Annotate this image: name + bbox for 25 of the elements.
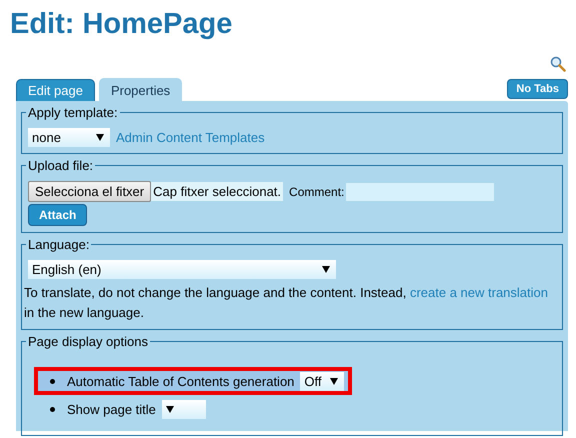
- fieldset-legend: Apply template:: [26, 105, 120, 120]
- translation-note: To translate, do not change the language and the content. Instead, create a new translation in the new language.: [24, 284, 549, 322]
- comment-label: Comment:: [289, 184, 344, 198]
- choose-file-button[interactable]: Selecciona el fitxer: [28, 181, 152, 202]
- file-status: Cap fitxer seleccionat.: [151, 182, 284, 201]
- caret-icon: [330, 378, 338, 384]
- fieldset-legend: Language:: [26, 237, 92, 252]
- bullet-icon: [50, 378, 55, 384]
- bullet-icon: [50, 406, 55, 412]
- template-select[interactable]: none: [28, 128, 110, 147]
- language-select[interactable]: English (en): [28, 260, 336, 279]
- caret-icon: [322, 266, 330, 273]
- fieldset-legend: Upload file:: [26, 158, 96, 173]
- option-label: Show page title: [67, 402, 156, 416]
- page-title: Edit: HomePage: [10, 7, 234, 42]
- fieldset-legend: Page display options: [26, 334, 150, 349]
- comment-field[interactable]: [346, 182, 494, 200]
- caret-icon: [96, 134, 104, 141]
- option-label: Automatic Table of Contents generation: [67, 374, 294, 388]
- caret-icon: [166, 406, 174, 412]
- attach-button[interactable]: Attach: [28, 204, 88, 226]
- tab[interactable]: Properties: [98, 78, 182, 101]
- option-select[interactable]: [162, 400, 206, 418]
- option-select[interactable]: Off: [300, 372, 344, 390]
- search-icon[interactable]: [550, 56, 566, 72]
